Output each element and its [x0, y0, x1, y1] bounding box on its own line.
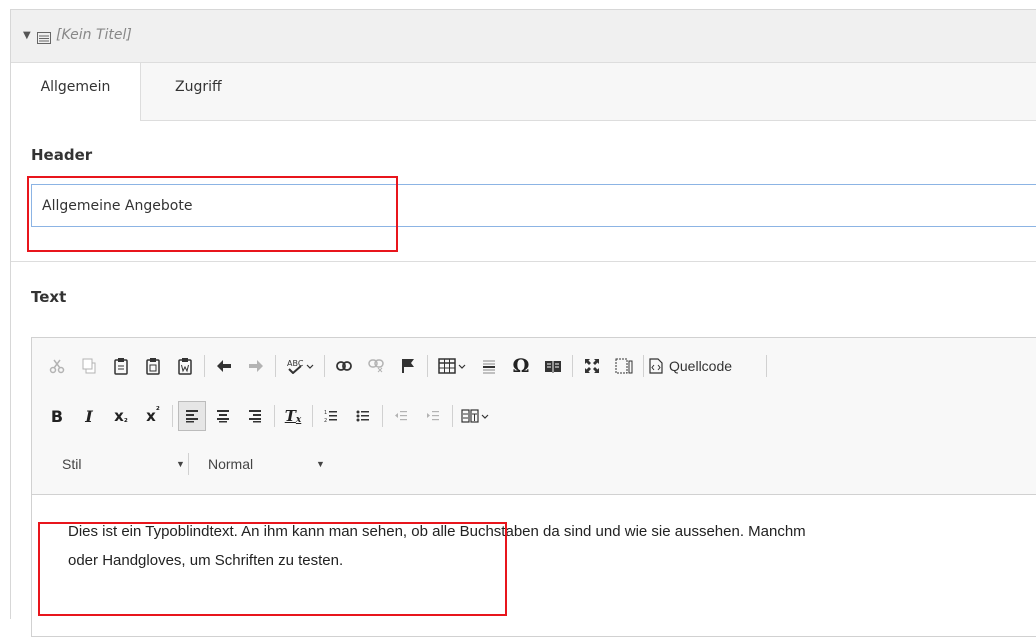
editor-content[interactable]: Dies ist ein Typoblindtext. An ihm kann …: [32, 495, 1036, 638]
indent-icon[interactable]: [420, 402, 446, 430]
unlink-icon[interactable]: [363, 352, 389, 380]
svg-text:2: 2: [324, 418, 327, 423]
show-blocks-icon[interactable]: [611, 352, 637, 380]
content-line-1: Dies ist ein Typoblindtext. An ihm kann …: [68, 523, 806, 540]
paste-word-icon[interactable]: [172, 352, 198, 380]
editor-toolbar: ABC Ω Quellcode B I x ₂ x ² T x 1 2 Stil…: [32, 338, 1036, 495]
superscript-button[interactable]: x²: [140, 402, 166, 430]
numbered-list-icon[interactable]: 12: [318, 402, 344, 430]
remove-format-button[interactable]: Tx: [280, 402, 306, 430]
toolbar-separator: [312, 405, 313, 427]
toolbar-separator: [204, 355, 205, 377]
bulleted-list-icon[interactable]: [350, 402, 376, 430]
toolbar-separator: [643, 355, 644, 377]
italic-button[interactable]: I: [76, 402, 102, 430]
toolbar-separator: [427, 355, 428, 377]
collapse-caret-icon[interactable]: ▼: [23, 30, 31, 41]
chevron-down-icon: ▼: [316, 459, 325, 469]
tab-bar: Allgemein Zugriff: [11, 63, 1036, 121]
toolbar-separator: [188, 453, 189, 475]
text-label: Text: [31, 288, 67, 306]
chevron-down-icon: ▼: [176, 459, 185, 469]
align-center-button[interactable]: [210, 402, 236, 430]
redo-icon[interactable]: [243, 352, 269, 380]
source-label: Quellcode: [669, 358, 733, 374]
toolbar-separator: [274, 405, 275, 427]
tab-zugriff[interactable]: Zugriff: [159, 63, 238, 121]
header-section: Header: [11, 121, 1036, 262]
cut-icon[interactable]: [44, 352, 70, 380]
spellcheck-icon[interactable]: ABC: [282, 352, 318, 380]
format-combo-value: Normal: [208, 456, 254, 472]
copy-icon[interactable]: [76, 352, 102, 380]
toolbar-separator: [572, 355, 573, 377]
svg-text:1: 1: [324, 410, 327, 416]
text-section: Text ABC Ω Quellcode B I x ₂ x ² T x 1 2…: [11, 262, 1036, 637]
outdent-icon[interactable]: [388, 402, 414, 430]
toolbar-separator: [172, 405, 173, 427]
style-combo[interactable]: Stil ▼: [62, 450, 190, 478]
source-icon: [649, 358, 663, 374]
record-title: [Kein Titel]: [56, 27, 132, 43]
table-icon[interactable]: [434, 352, 470, 380]
subscript-button[interactable]: x₂: [108, 402, 134, 430]
book-icon[interactable]: [540, 352, 566, 380]
content-line-2: oder Handgloves, um Schriften zu testen.: [68, 552, 344, 569]
toolbar-separator: [275, 355, 276, 377]
maximize-icon[interactable]: [579, 352, 605, 380]
align-left-button[interactable]: [178, 401, 206, 431]
special-char-icon[interactable]: Ω: [508, 352, 534, 380]
horizontal-line-icon[interactable]: [476, 352, 502, 380]
style-combo-value: Stil: [62, 456, 82, 472]
toolbar-separator: [324, 355, 325, 377]
record-icon: [37, 29, 51, 48]
toolbar-separator: [382, 405, 383, 427]
header-label: Header: [31, 146, 93, 164]
anchor-flag-icon[interactable]: [395, 352, 421, 380]
paste-icon[interactable]: [108, 352, 134, 380]
paste-text-icon[interactable]: [140, 352, 166, 380]
link-icon[interactable]: [331, 352, 357, 380]
language-icon[interactable]: [457, 402, 493, 430]
content-paragraph: Dies ist ein Typoblindtext. An ihm kann …: [68, 517, 1036, 575]
undo-icon[interactable]: [211, 352, 237, 380]
bold-button[interactable]: B: [44, 402, 70, 430]
content-element-panel: ▼ [Kein Titel] Allgemein Zugriff Header …: [10, 9, 1036, 637]
tab-allgemein[interactable]: Allgemein: [11, 63, 141, 121]
header-input[interactable]: [31, 184, 1036, 227]
rich-text-editor: ABC Ω Quellcode B I x ₂ x ² T x 1 2 Stil…: [31, 337, 1036, 637]
align-right-button[interactable]: [242, 402, 268, 430]
source-button[interactable]: Quellcode: [649, 352, 763, 380]
toolbar-separator: [766, 355, 767, 377]
panel-header[interactable]: ▼ [Kein Titel]: [11, 10, 1036, 63]
toolbar-separator: [452, 405, 453, 427]
format-combo[interactable]: Normal ▼: [208, 450, 328, 478]
